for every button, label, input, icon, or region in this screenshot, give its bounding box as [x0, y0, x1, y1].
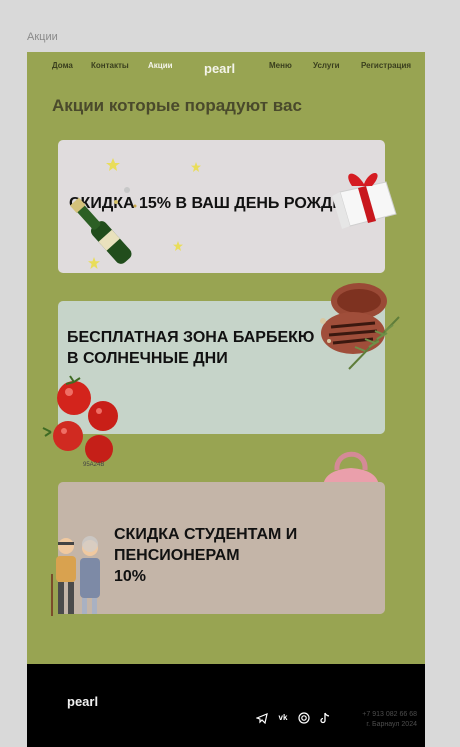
star-icon	[106, 158, 120, 171]
footer-logo[interactable]: pearl	[67, 694, 98, 709]
star-icon	[173, 241, 183, 251]
page-heading: Акции которые порадуют вас	[52, 96, 302, 115]
frame-label: Акции	[27, 31, 58, 43]
instagram-icon[interactable]	[298, 712, 310, 724]
promo-title-students-line1: СКИДКА СТУДЕНТАМ И	[114, 526, 298, 543]
nav-logo[interactable]: pearl	[204, 61, 235, 76]
nav-services[interactable]: Услуги	[313, 61, 340, 70]
nav-menu[interactable]: Меню	[269, 61, 292, 70]
elderly-couple-icon	[51, 536, 100, 616]
star-icon	[191, 162, 201, 172]
promo-title-students-line2: ПЕНСИОНЕРАМ	[114, 547, 240, 564]
footer-city: г. Барнаул 2024	[366, 721, 417, 728]
telegram-icon[interactable]	[256, 712, 268, 724]
top-nav: Дома Контакты Акции pearl Меню Услуги Ре…	[27, 52, 425, 80]
nav-contacts[interactable]: Контакты	[91, 61, 129, 70]
tomatoes-icon	[42, 375, 118, 463]
grilled-steak-icon	[320, 283, 400, 370]
champagne-bottle-icon	[69, 187, 137, 264]
promo-title-bbq-line2: В СОЛНЕЧНЫЕ ДНИ	[67, 350, 228, 367]
gift-box-icon	[332, 172, 397, 229]
footer: pearl vk +7 913 082 66 68 г. Барнаул 202…	[27, 664, 425, 747]
star-icon	[88, 257, 100, 269]
footer-phone[interactable]: +7 913 082 66 68	[362, 710, 417, 720]
vk-icon[interactable]: vk	[277, 712, 289, 724]
nav-register[interactable]: Регистрация	[361, 61, 411, 70]
tomato-label: 95A24B	[83, 462, 105, 468]
promo-card-birthday[interactable]: СКИДКА 15% В ВАШ ДЕНЬ РОЖДЕНИЕ	[58, 140, 397, 273]
tiktok-icon[interactable]	[319, 712, 331, 724]
promo-title-bbq: БЕСПЛАТНАЯ ЗОНА БАРБЕКЮ В СОЛНЕЧНЫЕ ДНИ	[67, 327, 314, 369]
nav-home[interactable]: Дома	[52, 61, 73, 70]
footer-contacts: +7 913 082 66 68 г. Барнаул 2024	[362, 710, 417, 730]
promo-title-bbq-line1: БЕСПЛАТНАЯ ЗОНА БАРБЕКЮ	[67, 329, 315, 346]
promo-title-students-line3: 10%	[114, 568, 147, 585]
promo-page: Дома Контакты Акции pearl Меню Услуги Ре…	[27, 52, 425, 747]
promo-title-students: СКИДКА СТУДЕНТАМ И ПЕНСИОНЕРАМ 10%	[114, 524, 297, 587]
nav-promotions[interactable]: Акции	[148, 61, 173, 70]
